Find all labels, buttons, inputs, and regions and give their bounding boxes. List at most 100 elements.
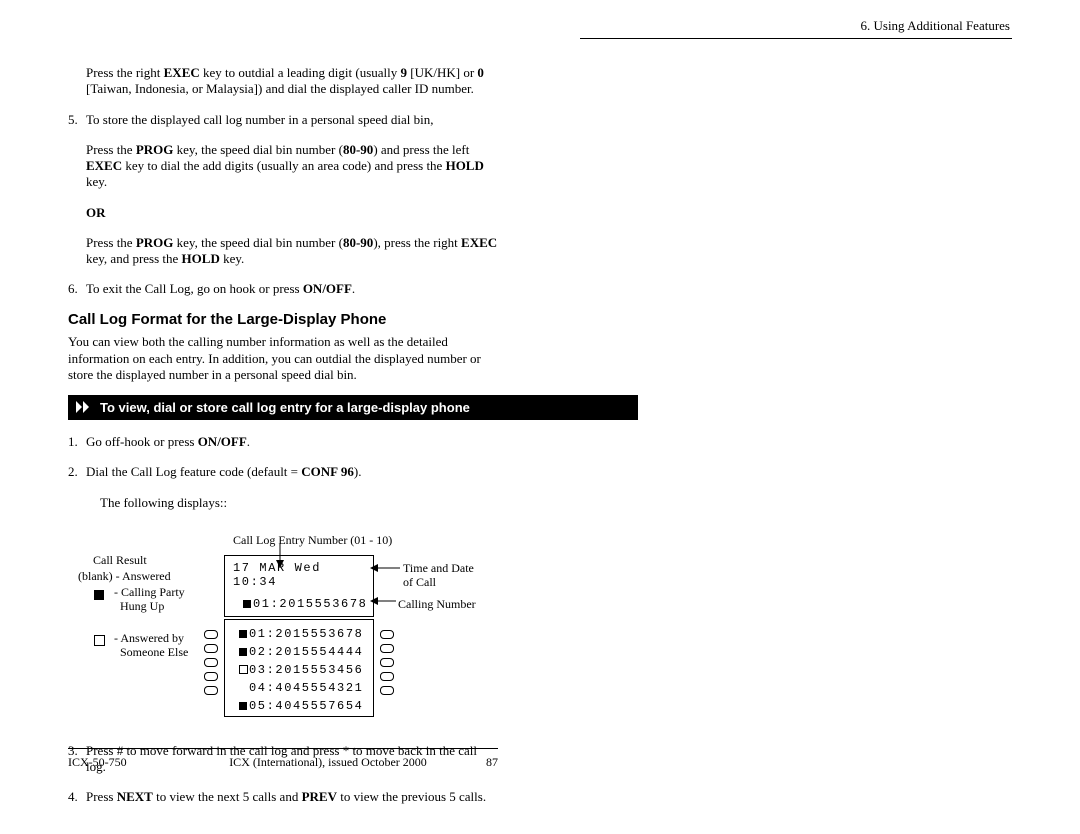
t: to view the previous 5 calls. — [337, 789, 486, 804]
t: key, the speed dial bin number ( — [173, 142, 343, 157]
marker-open-icon — [239, 665, 248, 674]
softkey-pill-icon — [380, 644, 394, 653]
softkey-column-left — [204, 625, 218, 700]
t: EXEC — [164, 65, 200, 80]
t: EXEC — [461, 235, 497, 250]
step-number: 2. — [68, 464, 86, 480]
footer-left: ICX-50-750 — [68, 755, 198, 770]
arrow-down-icon — [275, 544, 285, 568]
softkey-pill-icon — [204, 672, 218, 681]
t: key to dial the add digits (usually an a… — [122, 158, 445, 173]
t: Press the right — [86, 65, 164, 80]
display-main-row: 01:2015553678 — [243, 596, 367, 611]
t: to view the next 5 calls and — [153, 789, 302, 804]
row-text: 03:2015553456 — [249, 663, 363, 677]
phone-display-list: 01:2015553678 02:2015554444 03:201555345… — [224, 619, 374, 717]
t: [Taiwan, Indonesia, or Malaysia]) and di… — [86, 81, 474, 96]
row-text: 02:2015554444 — [249, 645, 363, 659]
list-row-3: 03:2015553456 — [239, 662, 363, 677]
entry-number-label: Call Log Entry Number (01 - 10) — [233, 533, 392, 548]
t: key, the speed dial bin number ( — [173, 235, 343, 250]
step-5: 5. To store the displayed call log numbe… — [68, 112, 498, 128]
following-displays: The following displays:: — [100, 495, 498, 511]
footer-mid: ICX (International), issued October 2000 — [198, 755, 458, 770]
step-number: 5. — [68, 112, 86, 128]
t: key. — [86, 174, 107, 189]
t: PROG — [136, 142, 174, 157]
phone-display-top: 17 MAR Wed 10:34 01:2015553678 — [224, 555, 374, 617]
section-heading: Call Log Format for the Large-Display Ph… — [68, 311, 498, 328]
t: ON/OFF — [198, 434, 247, 449]
calling-party-label: - Calling Party — [114, 585, 185, 600]
t: 80-90 — [343, 235, 373, 250]
of-call-label: of Call — [403, 575, 436, 590]
arrow-left-icon — [370, 563, 400, 573]
step-number: 4. — [68, 789, 86, 805]
header-wrap: 6. Using Additional Features — [68, 18, 1012, 39]
list-row-1: 01:2015553678 — [239, 626, 363, 641]
marker-filled-icon — [243, 600, 251, 608]
t: 80-90 — [343, 142, 373, 157]
softkey-pill-icon — [204, 630, 218, 639]
proc-step-1: 1. Go off-hook or press ON/OFF. — [68, 434, 498, 450]
intro-para: Press the right EXEC key to outdial a le… — [86, 65, 498, 98]
t: . — [352, 281, 355, 296]
softkey-pill-icon — [380, 672, 394, 681]
step-text: To exit the Call Log, go on hook or pres… — [86, 281, 498, 297]
chapter-title: 6. Using Additional Features — [861, 18, 1011, 33]
step-5b: Press the PROG key, the speed dial bin n… — [86, 235, 498, 268]
t: Press the — [86, 142, 136, 157]
calling-number-label: Calling Number — [398, 597, 476, 612]
or-label: OR — [86, 205, 498, 221]
t: To exit the Call Log, go on hook or pres… — [86, 281, 303, 296]
page: 6. Using Additional Features Press the r… — [0, 0, 1080, 834]
procedure-heading-bar: To view, dial or store call log entry fo… — [68, 395, 638, 420]
marker-filled-icon — [239, 648, 247, 656]
t: [UK/HK] or — [407, 65, 477, 80]
blank-answered-label: (blank) - Answered — [78, 569, 171, 584]
page-footer: ICX-50-750 ICX (International), issued O… — [68, 748, 498, 770]
t: HOLD — [446, 158, 484, 173]
t: EXEC — [86, 158, 122, 173]
step-text: Press NEXT to view the next 5 calls and … — [86, 789, 498, 805]
softkey-pill-icon — [204, 644, 218, 653]
t: key, and press the — [86, 251, 182, 266]
double-chevron-icon — [76, 399, 92, 415]
t: NEXT — [117, 789, 153, 804]
softkey-pill-icon — [380, 686, 394, 695]
someone-else-label: Someone Else — [114, 645, 188, 660]
list-row-5: 05:4045557654 — [239, 698, 363, 713]
hung-up-label: Hung Up — [114, 599, 164, 614]
time-date-label: Time and Date — [403, 561, 474, 576]
proc-step-4: 4. Press NEXT to view the next 5 calls a… — [68, 789, 498, 805]
row-text: 05:4045557654 — [249, 699, 363, 713]
call-log-figure: Call Log Entry Number (01 - 10) Call Res… — [68, 533, 498, 733]
t: ) and press the left — [373, 142, 469, 157]
t: PREV — [302, 789, 337, 804]
legend-filled-icon — [94, 587, 104, 602]
t: . — [247, 434, 250, 449]
step-number: 6. — [68, 281, 86, 297]
t: HOLD — [182, 251, 220, 266]
step-text: Dial the Call Log feature code (default … — [86, 464, 498, 480]
softkey-pill-icon — [380, 630, 394, 639]
t: ). — [354, 464, 362, 479]
section-intro: You can view both the calling number inf… — [68, 334, 498, 383]
row-text: 04:4045554321 — [249, 681, 363, 695]
list-row-4: 04:4045554321 — [249, 680, 363, 695]
t: ON/OFF — [303, 281, 352, 296]
row-text: 01:2015553678 — [249, 627, 363, 641]
t: key. — [220, 251, 244, 266]
t: 0 — [477, 65, 484, 80]
t: Dial the Call Log feature code (default … — [86, 464, 301, 479]
display-header: 17 MAR Wed 10:34 — [233, 561, 373, 589]
call-result-label: Call Result — [93, 553, 147, 568]
softkey-pill-icon — [204, 658, 218, 667]
answered-by-label: - Answered by — [114, 631, 184, 646]
proc-step-2: 2. Dial the Call Log feature code (defau… — [68, 464, 498, 480]
footer-page-number: 87 — [458, 755, 498, 770]
marker-filled-icon — [239, 702, 247, 710]
softkey-column-right — [380, 625, 394, 700]
list-row-2: 02:2015554444 — [239, 644, 363, 659]
t: Press the — [86, 235, 136, 250]
